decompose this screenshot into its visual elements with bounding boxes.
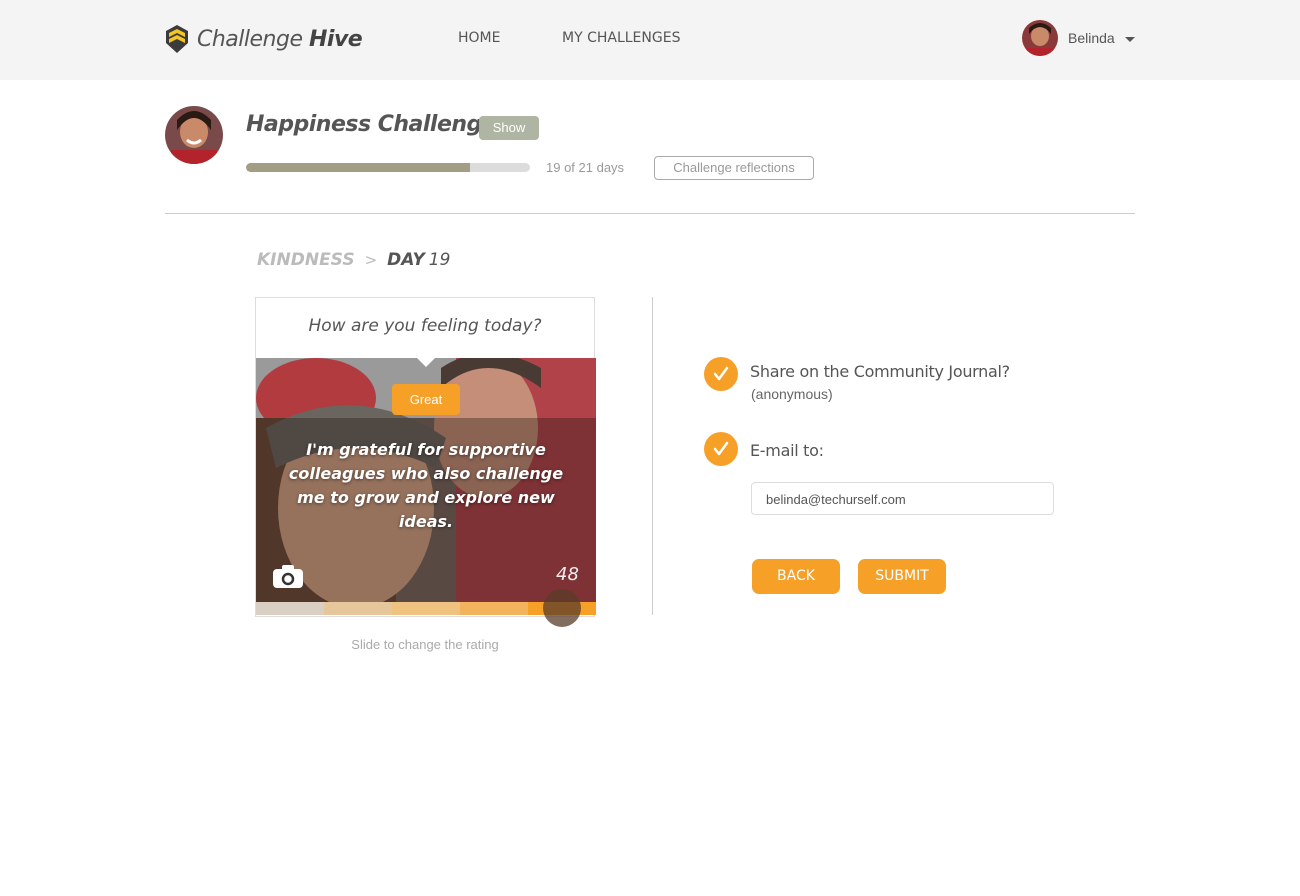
breadcrumb-day-number: 19 <box>428 250 451 270</box>
email-checkbox[interactable] <box>704 432 738 466</box>
logo[interactable]: Challenge Hive <box>165 24 363 54</box>
brand-name: Challenge Hive <box>197 26 363 52</box>
question-notch <box>416 357 436 367</box>
rating-segment[interactable] <box>256 602 324 615</box>
challenge-progress-bar <box>246 163 530 172</box>
share-journal-label: Share on the Community Journal? <box>750 362 1010 381</box>
breadcrumb: KINDNESS > DAY 19 <box>257 250 450 270</box>
rating-segment[interactable] <box>392 602 460 615</box>
mood-badge: Great <box>392 384 460 415</box>
hive-logo-icon <box>166 25 188 53</box>
show-button[interactable]: Show <box>479 116 539 140</box>
camera-icon[interactable] <box>272 563 304 589</box>
checkmark-icon <box>713 366 729 381</box>
chevron-down-icon[interactable] <box>1124 36 1135 42</box>
share-journal-sublabel: (anonymous) <box>751 386 833 402</box>
days-count: 19 of 21 days <box>546 160 625 175</box>
submit-button[interactable]: SUBMIT <box>858 559 946 594</box>
breadcrumb-category[interactable]: KINDNESS <box>257 250 355 270</box>
rating-slider-handle[interactable] <box>543 589 581 627</box>
mood-card: How are you feeling today? Great I'm gra… <box>255 297 596 627</box>
user-menu[interactable]: Belinda <box>1022 20 1135 56</box>
breadcrumb-separator: > <box>364 251 378 269</box>
rating-segment[interactable] <box>324 602 392 615</box>
nav-home[interactable]: HOME <box>458 30 500 46</box>
character-count: 48 <box>556 564 579 585</box>
challenge-avatar <box>165 106 223 164</box>
slide-hint: Slide to change the rating <box>351 637 499 652</box>
card-photo: Great I'm grateful for supportive collea… <box>256 358 596 602</box>
divider <box>165 213 1135 214</box>
username: Belinda <box>1068 30 1115 46</box>
card-question: How are you feeling today? <box>256 298 594 358</box>
progress-fill <box>246 163 471 172</box>
avatar <box>1022 20 1058 56</box>
challenge-title: Happiness Challenge <box>246 112 497 137</box>
back-button[interactable]: BACK <box>752 559 840 594</box>
breadcrumb-day-label: DAY <box>387 250 425 270</box>
gratitude-quote: I'm grateful for supportive colleagues w… <box>288 440 564 531</box>
challenge-reflections-button[interactable]: Challenge reflections <box>654 156 814 180</box>
top-navbar: Challenge Hive HOME MY CHALLENGES Belind… <box>0 0 1300 80</box>
share-journal-checkbox[interactable] <box>704 357 738 391</box>
rating-segment[interactable] <box>460 602 528 615</box>
email-label: E-mail to: <box>750 441 824 460</box>
checkmark-icon <box>713 441 729 456</box>
email-field[interactable]: belinda@techurself.com <box>751 482 1054 515</box>
nav-my-challenges[interactable]: MY CHALLENGES <box>562 30 680 46</box>
vertical-divider <box>652 297 653 615</box>
